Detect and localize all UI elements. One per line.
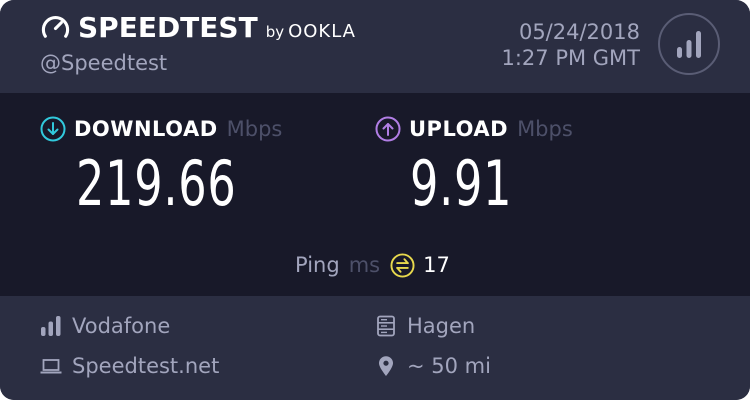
brand-by-text: by (265, 23, 285, 41)
distance-info: ~ 50 mi (375, 351, 491, 381)
brand-name: SPEEDTEST (78, 11, 258, 44)
download-header: DOWNLOAD Mbps (40, 115, 282, 143)
ping-value: 17 (423, 253, 450, 277)
download-unit: Mbps (226, 117, 283, 141)
signal-bars-icon (677, 31, 701, 58)
host-info: Speedtest.net (40, 351, 219, 381)
gauge-icon (41, 15, 70, 38)
metrics-panel: DOWNLOAD Mbps 219.66 UPLOAD Mbps 9.91 Pi… (0, 93, 750, 296)
server-name: Hagen (407, 314, 476, 338)
ping-label: Ping (295, 253, 340, 277)
test-time: 1:27 PM GMT (501, 46, 640, 70)
isp-info: Vodafone (40, 311, 170, 341)
upload-header: UPLOAD Mbps (375, 115, 573, 143)
connection-info: Vodafone Speedtest.net Hagen ~ 50 mi (0, 296, 750, 400)
result-header: SPEEDTEST by OOKLA @Speedtest 05/24/2018… (0, 0, 750, 93)
account-handle[interactable]: @Speedtest (40, 50, 167, 76)
ping-icon (390, 252, 415, 278)
test-date: 05/24/2018 (518, 20, 640, 44)
test-timestamp: 05/24/2018 1:27 PM GMT (501, 19, 640, 71)
laptop-icon (40, 359, 62, 374)
server-distance: ~ 50 mi (407, 354, 491, 378)
signal-bars-icon (41, 316, 61, 336)
location-pin-icon (379, 356, 393, 376)
download-label: DOWNLOAD (74, 117, 218, 141)
results-button[interactable] (658, 13, 720, 75)
partner-logo: OOKLA (288, 20, 356, 42)
upload-arrow-icon (375, 116, 401, 142)
server-info[interactable]: Hagen (375, 311, 475, 341)
upload-label: UPLOAD (409, 117, 509, 141)
download-arrow-icon (40, 116, 66, 142)
speedtest-result-card: SPEEDTEST by OOKLA @Speedtest 05/24/2018… (0, 0, 750, 400)
isp-name: Vodafone (72, 314, 171, 338)
speedtest-logo[interactable]: SPEEDTEST by OOKLA (40, 11, 356, 45)
server-icon (377, 315, 395, 337)
ping-unit: ms (348, 253, 381, 277)
host-name: Speedtest.net (72, 354, 220, 378)
download-speed-value: 219.66 (76, 147, 237, 220)
ping-row: Ping ms 17 (295, 250, 450, 280)
upload-unit: Mbps (517, 117, 573, 141)
upload-speed-value: 9.91 (410, 147, 513, 220)
